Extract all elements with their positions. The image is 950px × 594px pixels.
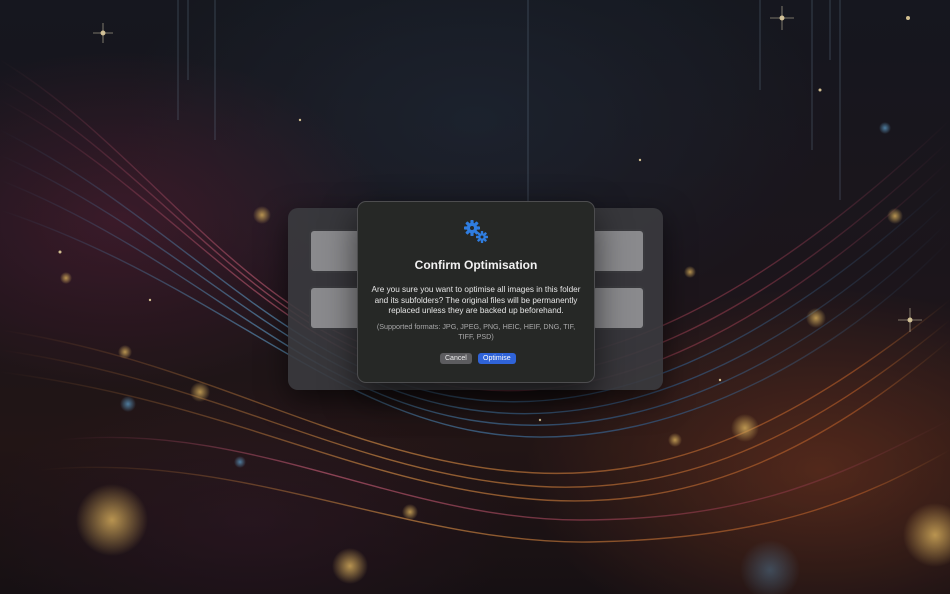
dialog-title: Confirm Optimisation xyxy=(414,258,538,272)
gears-icon xyxy=(464,220,488,243)
app-button[interactable] xyxy=(309,229,363,273)
supported-formats-note: (Supported formats: JPG, JPEG, PNG, HEIC… xyxy=(376,322,576,341)
confirm-dialog: Confirm Optimisation Are you sure you wa… xyxy=(357,201,595,383)
app-button[interactable] xyxy=(309,286,363,330)
cancel-button[interactable]: Cancel xyxy=(440,353,472,364)
dialog-message: Are you sure you want to optimise all im… xyxy=(371,285,581,315)
app-button[interactable] xyxy=(591,229,645,273)
app-button[interactable] xyxy=(591,286,645,330)
optimise-button[interactable]: Optimise xyxy=(478,353,516,364)
